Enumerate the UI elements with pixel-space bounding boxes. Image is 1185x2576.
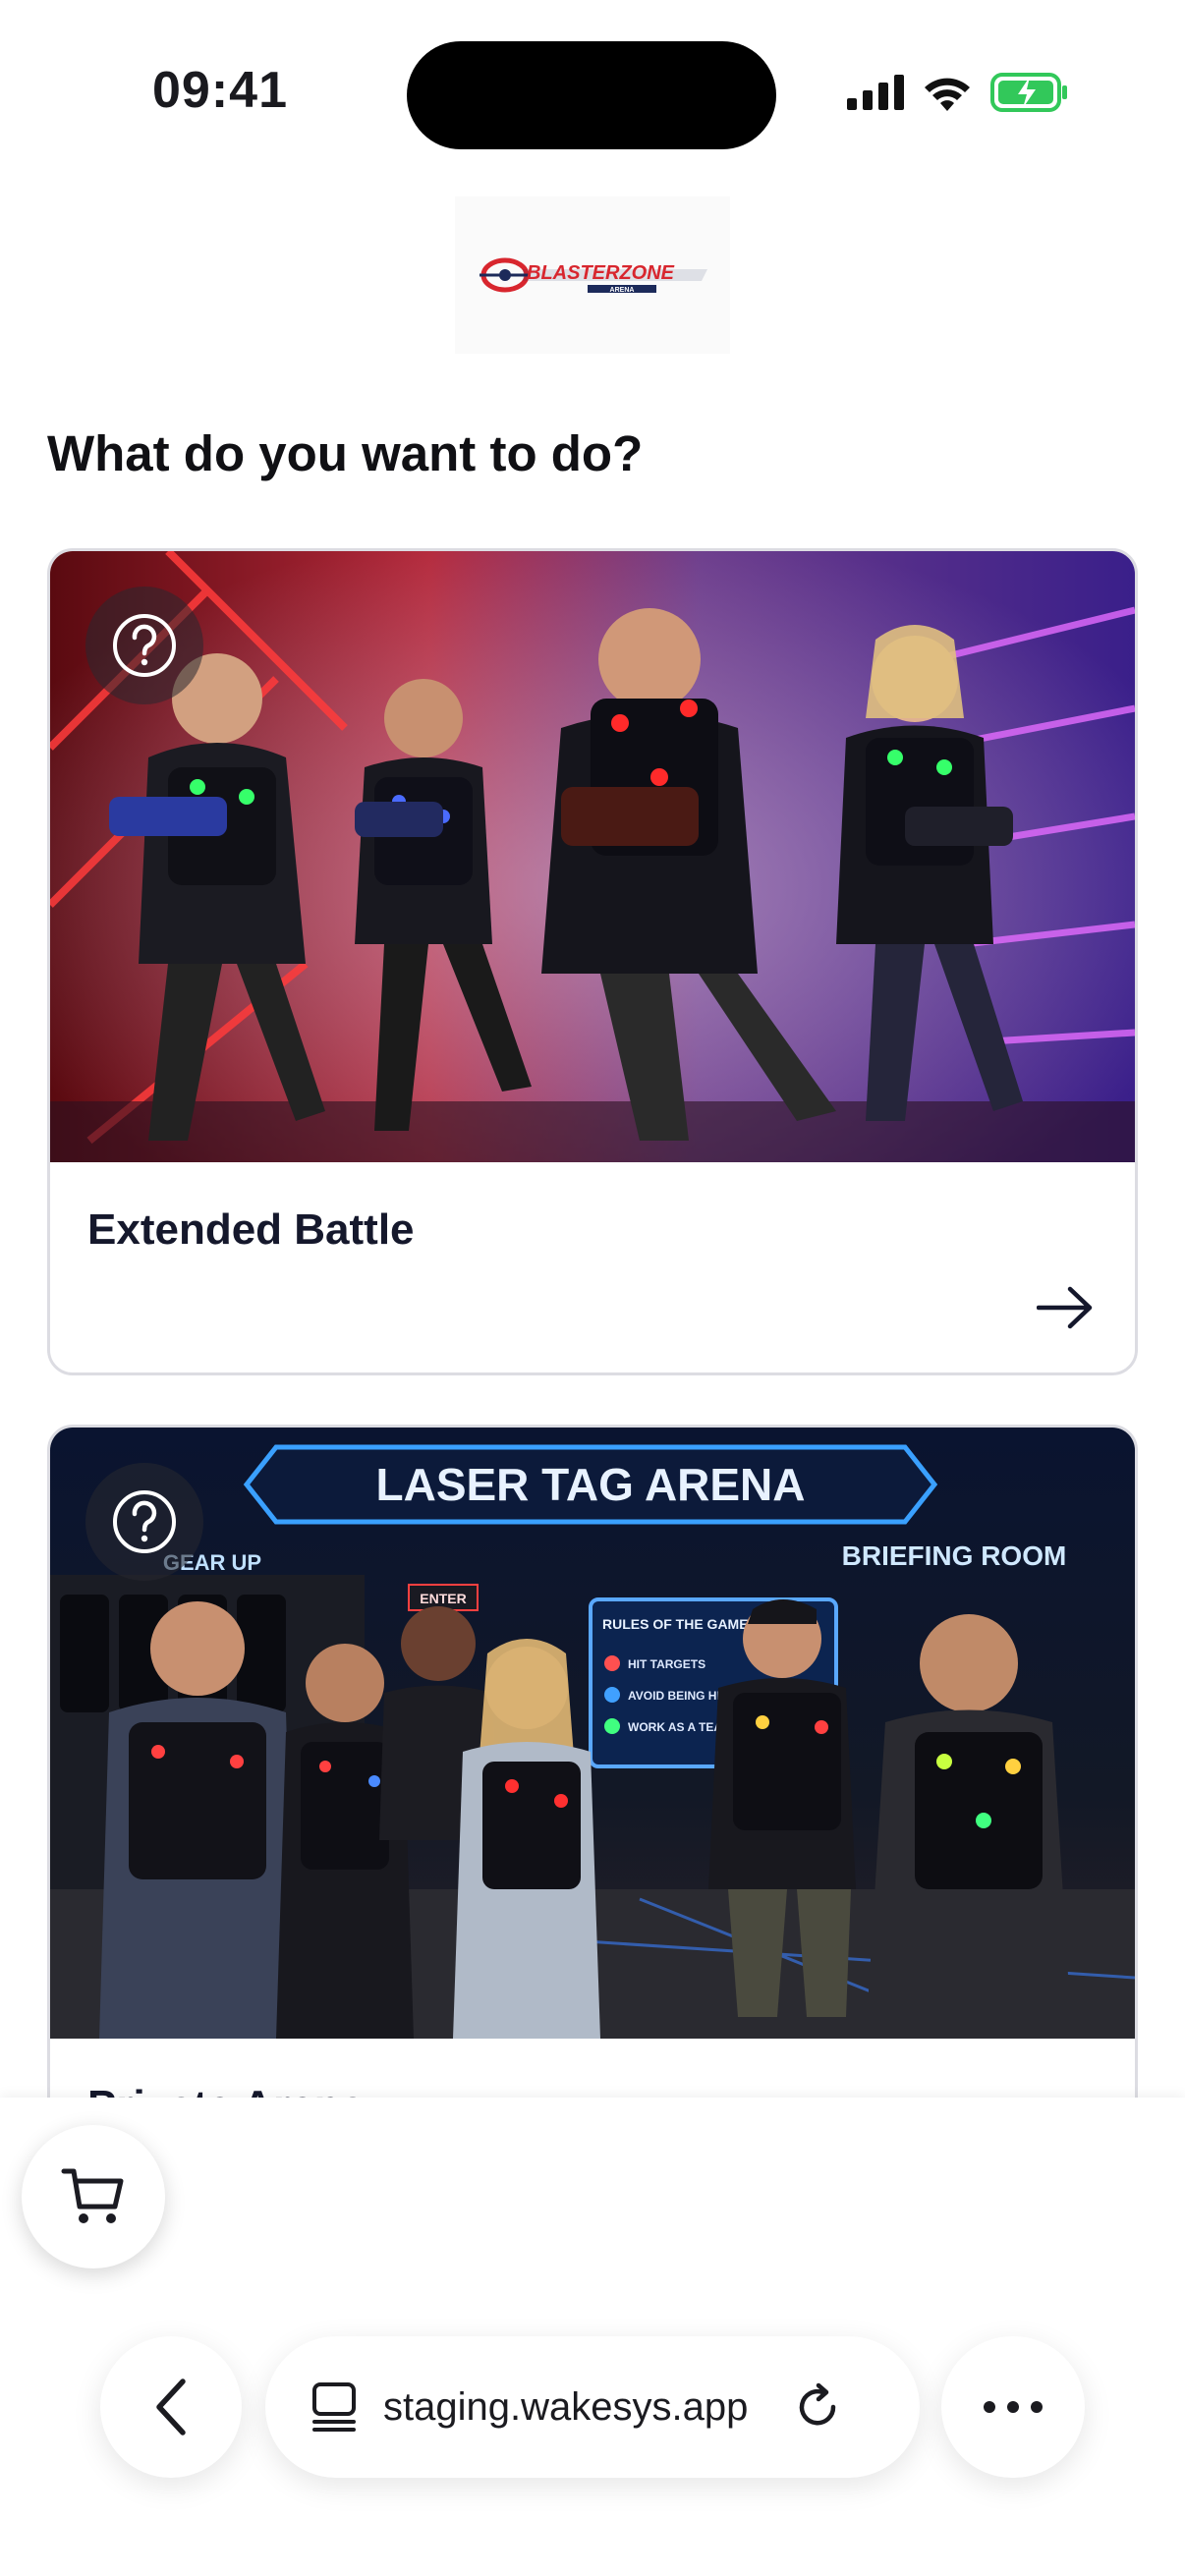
rule-1: HIT TARGETS	[628, 1657, 705, 1671]
rule-2: AVOID BEING HIT	[628, 1689, 728, 1703]
status-time: 09:41	[152, 62, 288, 119]
briefing-room-sign: BRIEFING ROOM	[842, 1540, 1067, 1571]
activity-image-private-arena: LASER TAG ARENA GEAR UP BRIEFING ROOM EN…	[50, 1428, 1135, 2039]
dynamic-island	[407, 41, 776, 149]
status-bar: 09:41	[0, 0, 1185, 187]
activity-title: Extended Battle	[87, 1205, 415, 1254]
reload-icon[interactable]	[793, 2382, 842, 2432]
rules-title: RULES OF THE GAME	[602, 1616, 749, 1632]
status-icons	[847, 73, 1069, 112]
help-button[interactable]	[85, 587, 203, 704]
signal-icon	[847, 75, 904, 110]
arena-banner-text: LASER TAG ARENA	[376, 1459, 806, 1510]
more-horizontal-icon	[984, 2401, 1043, 2413]
tab-view-icon[interactable]	[310, 2380, 358, 2434]
page-title: What do you want to do?	[47, 425, 644, 481]
chevron-left-icon	[156, 2379, 186, 2436]
laser-tag-players-photo	[50, 551, 1135, 1162]
blasterzone-logo: BLASTERZONE ARENA	[480, 257, 707, 294]
browser-toolbar: staging.wakesys.app	[0, 2319, 1185, 2495]
help-button[interactable]	[85, 1463, 203, 1581]
card-arrow-button[interactable]	[1036, 1286, 1094, 1334]
activity-image-extended-battle	[50, 551, 1135, 1162]
wifi-icon	[925, 78, 970, 111]
back-button[interactable]	[100, 2336, 242, 2478]
cart-icon	[61, 2168, 124, 2223]
question-circle-icon	[113, 614, 176, 677]
brand-logo[interactable]: BLASTERZONE ARENA	[455, 196, 730, 354]
activity-card-private-arena[interactable]: LASER TAG ARENA GEAR UP BRIEFING ROOM EN…	[47, 1425, 1138, 2132]
battery-charging-icon	[990, 73, 1067, 112]
url-text[interactable]: staging.wakesys.app	[383, 2385, 748, 2430]
more-button[interactable]	[941, 2336, 1085, 2478]
activity-card-extended-battle[interactable]: Extended Battle	[47, 548, 1138, 1375]
address-bar[interactable]: staging.wakesys.app	[265, 2336, 920, 2478]
question-circle-icon	[113, 1490, 176, 1553]
enter-sign: ENTER	[420, 1591, 466, 1606]
cart-button[interactable]	[22, 2125, 165, 2268]
logo-text: BLASTERZONE	[527, 262, 675, 284]
arrow-right-icon	[1036, 1286, 1093, 1329]
logo-subtext: ARENA	[610, 287, 635, 294]
laser-tag-arena-photo: LASER TAG ARENA GEAR UP BRIEFING ROOM EN…	[50, 1428, 1135, 2039]
